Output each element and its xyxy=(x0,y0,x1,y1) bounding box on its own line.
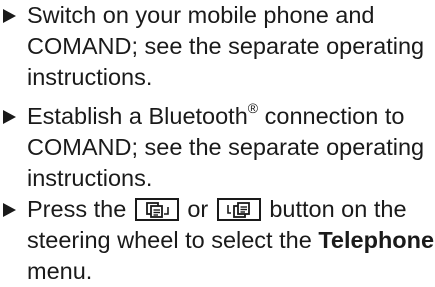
phone-book-back-button-icon xyxy=(134,198,179,221)
step-3-line-2: steering wheel to select the Telephone xyxy=(27,225,435,256)
step-2: Establish a Bluetooth® connection to COM… xyxy=(0,101,432,194)
step-1-line-1: Switch on your mobile phone and xyxy=(27,2,375,28)
step-3-text-post: button on the xyxy=(269,196,407,222)
step-2-text-post: connection to xyxy=(258,103,405,129)
step-2-text-pre: Establish a Bluetooth xyxy=(27,103,248,129)
telephone-menu-label: Telephone xyxy=(318,227,435,253)
step-3-text-line2: steering wheel to select the xyxy=(27,227,319,253)
step-1: Switch on your mobile phone and COMAND; … xyxy=(0,0,432,93)
step-3: Press the or button on the steering whee… xyxy=(0,194,435,287)
bullet-triangle-icon xyxy=(3,203,16,217)
step-1-line-3: instructions. xyxy=(27,64,153,90)
step-2-line-3: instructions. xyxy=(27,165,153,191)
step-1-line-2: COMAND; see the separate operating xyxy=(27,33,425,59)
step-3-line-1: Press the or button on the xyxy=(27,194,432,225)
instruction-document: Switch on your mobile phone and COMAND; … xyxy=(0,0,435,284)
step-2-line-2: COMAND; see the separate operating xyxy=(27,134,425,160)
phone-book-forward-button-icon xyxy=(216,198,261,221)
step-3-text-pre: Press the xyxy=(27,196,127,222)
step-2-line-1: Establish a Bluetooth® connection to xyxy=(27,101,432,132)
step-3-line-3: menu. xyxy=(27,258,93,284)
bullet-triangle-icon xyxy=(3,9,16,23)
step-3-text-or: or xyxy=(187,196,209,222)
bullet-triangle-icon xyxy=(3,110,16,124)
registered-mark: ® xyxy=(247,100,259,117)
